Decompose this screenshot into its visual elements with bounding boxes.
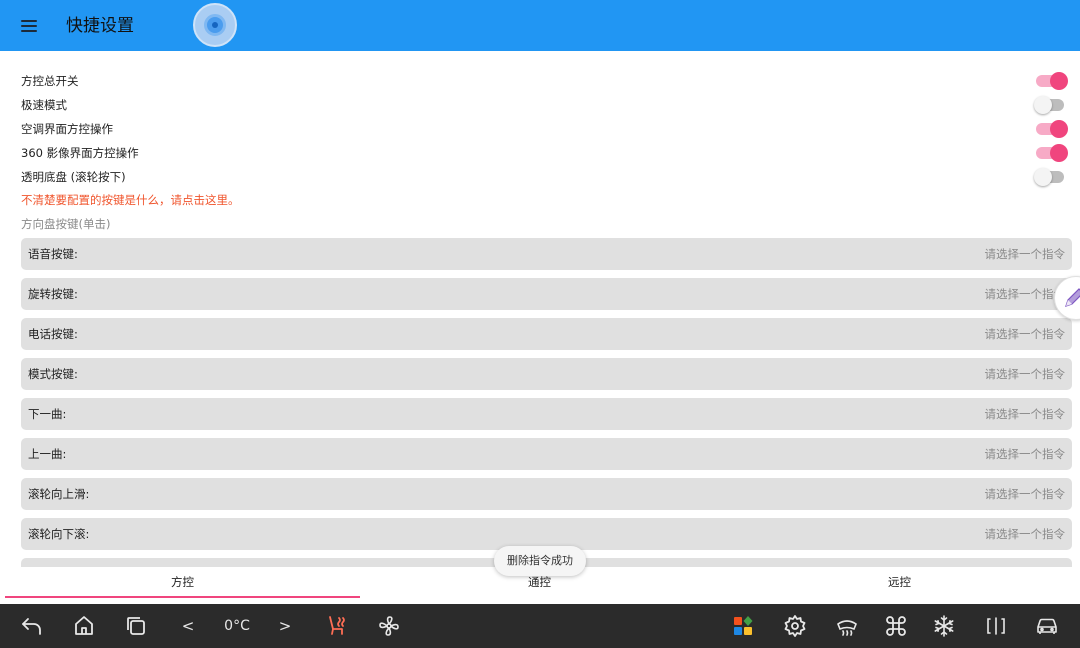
rear-defrost-icon[interactable]	[835, 614, 859, 638]
camera-360-toggle[interactable]	[1036, 144, 1068, 162]
turbo-mode-toggle[interactable]	[1034, 96, 1064, 114]
split-screen-icon[interactable]	[984, 614, 1008, 638]
switch-row-360: 360 影像界面方控操作	[0, 141, 1080, 165]
key-command-value: 请选择一个指令	[984, 287, 1066, 301]
tab-remote-control[interactable]: 远控	[722, 567, 1077, 600]
page-title: 快捷设置	[66, 16, 134, 36]
pen-icon	[1065, 288, 1080, 307]
master-toggle[interactable]	[1036, 72, 1068, 90]
key-row-mode[interactable]: 模式按键: 请选择一个指令	[21, 358, 1072, 390]
system-nav-bar: < 0°C >	[0, 604, 1080, 648]
key-command-value: 请选择一个指令	[984, 487, 1066, 501]
switch-label: 方控总开关	[21, 74, 79, 88]
switch-row-ac: 空调界面方控操作	[0, 117, 1080, 141]
key-label: 语音按键:	[28, 247, 78, 261]
key-row-phone[interactable]: 电话按键: 请选择一个指令	[21, 318, 1072, 350]
key-label: 上一曲:	[28, 447, 67, 461]
help-link[interactable]: 不清楚要配置的按键是什么，请点击这里。	[21, 192, 240, 208]
section-title: 方向盘按键(单击)	[21, 217, 111, 231]
key-label: 电话按键:	[28, 327, 78, 341]
app-bar: 快捷设置	[0, 0, 1080, 51]
app-window: 快捷设置 方控总开关 极速模式 空调界面方控操作 360 影像界面方控操作 透明…	[0, 0, 1080, 648]
toast-message: 删除指令成功	[494, 546, 586, 576]
apps-grid-icon[interactable]	[731, 614, 755, 638]
temperature-readout: 0°C	[224, 618, 250, 634]
switch-row-master: 方控总开关	[0, 69, 1080, 93]
key-row-rotate[interactable]: 旋转按键: 请选择一个指令	[21, 278, 1072, 310]
command-icon[interactable]	[884, 614, 908, 638]
key-label: 滚轮向下滚:	[28, 527, 90, 541]
key-label: 滚轮向上滑:	[28, 487, 90, 501]
back-icon[interactable]	[20, 614, 44, 638]
key-command-value: 请选择一个指令	[984, 327, 1066, 341]
key-label: 模式按键:	[28, 367, 78, 381]
ac-control-toggle[interactable]	[1036, 120, 1068, 138]
key-label: 旋转按键:	[28, 287, 78, 301]
settings-gear-icon[interactable]	[783, 614, 807, 638]
switch-label: 空调界面方控操作	[21, 122, 113, 136]
key-command-value: 请选择一个指令	[984, 447, 1066, 461]
switch-label: 透明底盘 (滚轮按下)	[21, 170, 126, 184]
transparent-chassis-toggle[interactable]	[1034, 168, 1064, 186]
switch-row-chassis: 透明底盘 (滚轮按下)	[0, 165, 1080, 189]
key-row-voice[interactable]: 语音按键: 请选择一个指令	[21, 238, 1072, 270]
key-row-prev-track[interactable]: 上一曲: 请选择一个指令	[21, 438, 1072, 470]
tab-steering-control[interactable]: 方控	[5, 567, 360, 600]
fan-icon[interactable]	[377, 614, 401, 638]
snowflake-icon[interactable]	[932, 614, 956, 638]
key-label: 下一曲:	[28, 407, 67, 421]
switch-row-turbo: 极速模式	[0, 93, 1080, 117]
key-command-value: 请选择一个指令	[984, 527, 1066, 541]
assistant-ring-icon	[204, 14, 226, 36]
switch-label: 极速模式	[21, 98, 67, 112]
key-row-wheel-up[interactable]: 滚轮向上滑: 请选择一个指令	[21, 478, 1072, 510]
temp-down-button[interactable]: <	[176, 614, 200, 638]
key-command-value: 请选择一个指令	[984, 407, 1066, 421]
switch-label: 360 影像界面方控操作	[21, 146, 139, 160]
temp-up-button[interactable]: >	[273, 614, 297, 638]
key-row-next-track[interactable]: 下一曲: 请选择一个指令	[21, 398, 1072, 430]
recent-apps-icon[interactable]	[124, 614, 148, 638]
key-command-value: 请选择一个指令	[984, 367, 1066, 381]
car-icon[interactable]	[1035, 614, 1059, 638]
key-command-value: 请选择一个指令	[984, 247, 1066, 261]
menu-icon[interactable]	[19, 16, 39, 36]
seat-heat-icon[interactable]	[325, 614, 349, 638]
home-icon[interactable]	[72, 614, 96, 638]
floating-assistant-button[interactable]	[193, 3, 237, 47]
